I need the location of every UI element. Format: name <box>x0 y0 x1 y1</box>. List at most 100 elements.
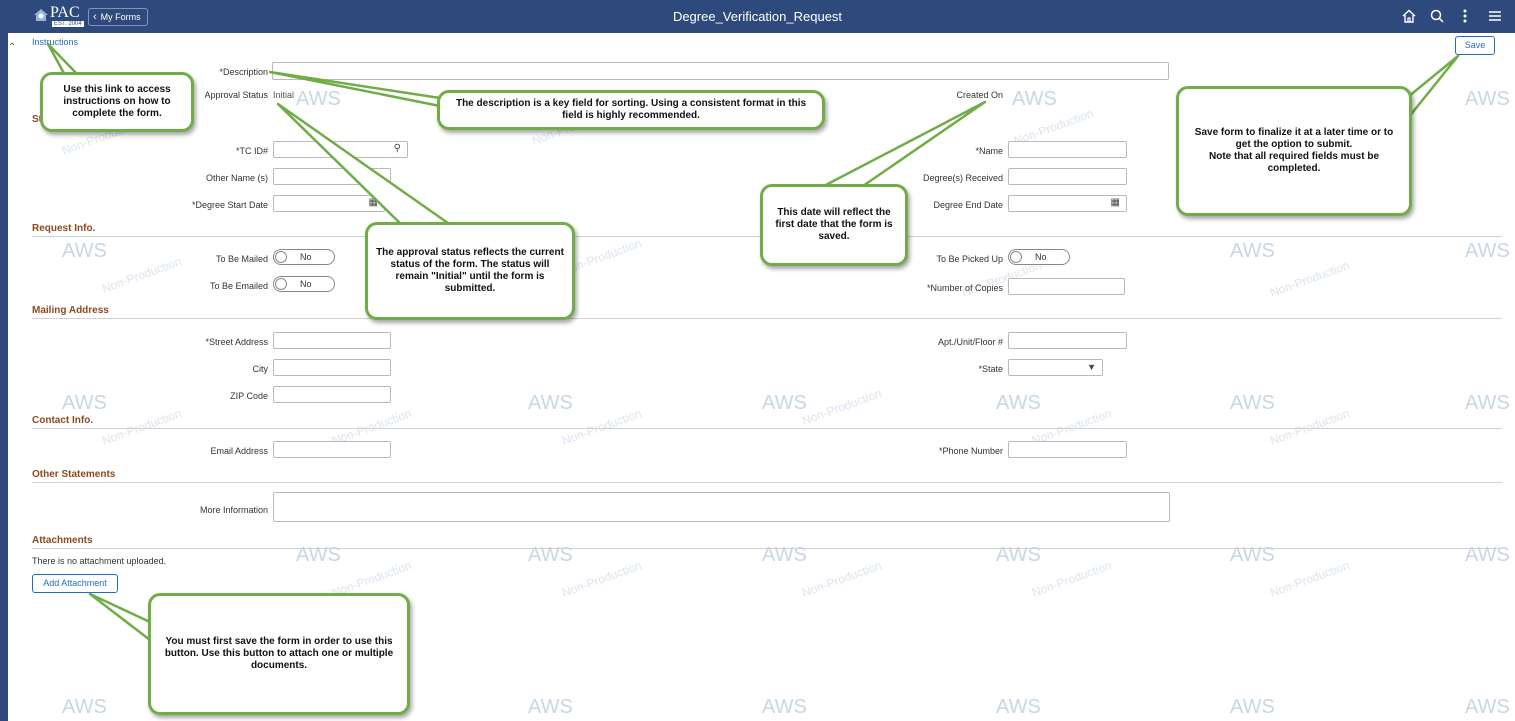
city-label: City <box>252 364 269 374</box>
degrees-received-input[interactable] <box>1008 168 1127 185</box>
watermark-env: Non-Production <box>1268 558 1352 600</box>
degree-end-input[interactable]: ▦ <box>1008 195 1127 212</box>
page-title: Degree_Verification_Request <box>672 9 843 24</box>
instructions-callout: Use this link to access instructions on … <box>40 72 194 132</box>
app-header: PAC EST. 2004 ‹ My Forms Degree_Verificat… <box>0 0 1515 33</box>
description-callout: The description is a key field for sorti… <box>437 90 825 130</box>
watermark-brand: AWS <box>1012 88 1057 110</box>
section-divider <box>32 318 1502 319</box>
email-label: Email Address <box>210 446 268 456</box>
calendar-icon[interactable]: ▦ <box>369 197 378 208</box>
created-on-callout: This date will reflect the first date th… <box>760 184 908 266</box>
description-label: *Description <box>219 67 268 77</box>
more-info-textarea[interactable] <box>273 492 1170 522</box>
home-icon[interactable] <box>1400 7 1418 25</box>
toggle-knob <box>275 251 287 263</box>
emailed-value: No <box>300 279 312 289</box>
copies-label: *Number of Copies <box>926 283 1003 293</box>
section-divider <box>32 548 1502 549</box>
watermark-brand: AWS <box>62 392 107 414</box>
chevron-down-icon: ▼ <box>1087 362 1096 372</box>
mailed-value: No <box>300 252 312 262</box>
created-on-label: Created On <box>956 90 1003 100</box>
name-label: *Name <box>975 146 1003 156</box>
instructions-link[interactable]: Instructions <box>32 37 78 47</box>
contact-info-title: Contact Info. <box>32 415 94 426</box>
save-button[interactable]: Save <box>1455 36 1495 55</box>
city-input[interactable] <box>273 359 391 376</box>
emailed-label: To Be Emailed <box>209 281 268 291</box>
copies-input[interactable] <box>1008 278 1125 295</box>
more-info-label: More Information <box>199 505 268 515</box>
description-input[interactable] <box>272 62 1169 80</box>
attachment-callout: You must first save the form in order to… <box>148 593 410 715</box>
degree-start-input[interactable]: ▦ <box>273 195 385 212</box>
zip-input[interactable] <box>273 386 391 403</box>
watermark-env: Non-Production <box>800 558 884 600</box>
mailed-toggle[interactable]: No <box>273 249 335 265</box>
search-icon[interactable]: ⚲ <box>394 143 401 154</box>
watermark-brand: AWS <box>1230 696 1275 718</box>
no-attachment-text: There is no attachment uploaded. <box>32 556 167 566</box>
watermark-brand: AWS <box>1465 240 1510 262</box>
save-callout: Save form to finalize it at a later time… <box>1176 86 1412 216</box>
watermark-brand: AWS <box>528 696 573 718</box>
other-name-label: Other Name (s) <box>205 173 268 183</box>
other-name-input[interactable] <box>273 168 391 185</box>
watermark-brand: AWS <box>762 696 807 718</box>
watermark-brand: AWS <box>996 392 1041 414</box>
phone-label: *Phone Number <box>938 446 1003 456</box>
watermark-brand: AWS <box>296 88 341 110</box>
watermark-env: Non-Production <box>1268 406 1352 448</box>
zip-label: ZIP Code <box>230 391 268 401</box>
watermark-env: Non-Production <box>800 386 884 428</box>
watermark-brand: AWS <box>1465 392 1510 414</box>
mailing-address-title: Mailing Address <box>32 305 109 316</box>
picked-up-value: No <box>1035 252 1047 262</box>
calendar-icon[interactable]: ▦ <box>1111 197 1120 208</box>
picked-up-toggle[interactable]: No <box>1008 249 1070 265</box>
watermark-env: Non-Production <box>100 406 184 448</box>
request-info-title: Request Info. <box>32 223 96 234</box>
watermark-brand: AWS <box>996 696 1041 718</box>
degree-end-label: Degree End Date <box>933 200 1003 210</box>
watermark-brand: AWS <box>1230 392 1275 414</box>
toggle-knob <box>275 278 287 290</box>
watermark-env: Non-Production <box>1030 558 1114 600</box>
more-vertical-icon[interactable] <box>1456 7 1474 25</box>
watermark-env: Non-Production <box>100 254 184 296</box>
street-label: *Street Address <box>205 337 268 347</box>
emailed-toggle[interactable]: No <box>273 276 335 292</box>
email-input[interactable] <box>273 441 391 458</box>
search-icon[interactable] <box>1428 7 1446 25</box>
state-label: *State <box>978 364 1003 374</box>
name-input[interactable] <box>1008 141 1127 158</box>
street-input[interactable] <box>273 332 391 349</box>
apt-input[interactable] <box>1008 332 1127 349</box>
tcid-input[interactable]: ⚲ <box>273 141 408 158</box>
mailed-label: To Be Mailed <box>215 254 268 264</box>
approval-status-value: Initial <box>273 90 295 100</box>
approval-status-callout: The approval status reflects the current… <box>365 222 575 320</box>
watermark-brand: AWS <box>528 392 573 414</box>
other-statements-title: Other Statements <box>32 469 116 480</box>
watermark-brand: AWS <box>62 240 107 262</box>
add-attachment-button[interactable]: Add Attachment <box>32 574 118 593</box>
watermark-brand: AWS <box>1465 88 1510 110</box>
section-divider <box>32 482 1502 483</box>
watermark-brand: AWS <box>1230 240 1275 262</box>
phone-input[interactable] <box>1008 441 1127 458</box>
degree-start-label: *Degree Start Date <box>191 200 268 210</box>
watermark-brand: AWS <box>762 392 807 414</box>
left-edge-bar <box>0 33 8 721</box>
hamburger-menu-icon[interactable] <box>1486 7 1504 25</box>
watermark-env: Non-Production <box>1268 258 1352 300</box>
attachments-title: Attachments <box>32 535 93 546</box>
watermark-brand: AWS <box>1465 696 1510 718</box>
tcid-label: *TC ID# <box>235 146 268 156</box>
collapse-chevron-icon[interactable]: ⌃ <box>8 42 16 53</box>
section-divider <box>32 428 1502 429</box>
toggle-knob <box>1010 251 1022 263</box>
state-select[interactable]: ▼ <box>1008 359 1103 376</box>
degrees-received-label: Degree(s) Received <box>922 173 1003 183</box>
